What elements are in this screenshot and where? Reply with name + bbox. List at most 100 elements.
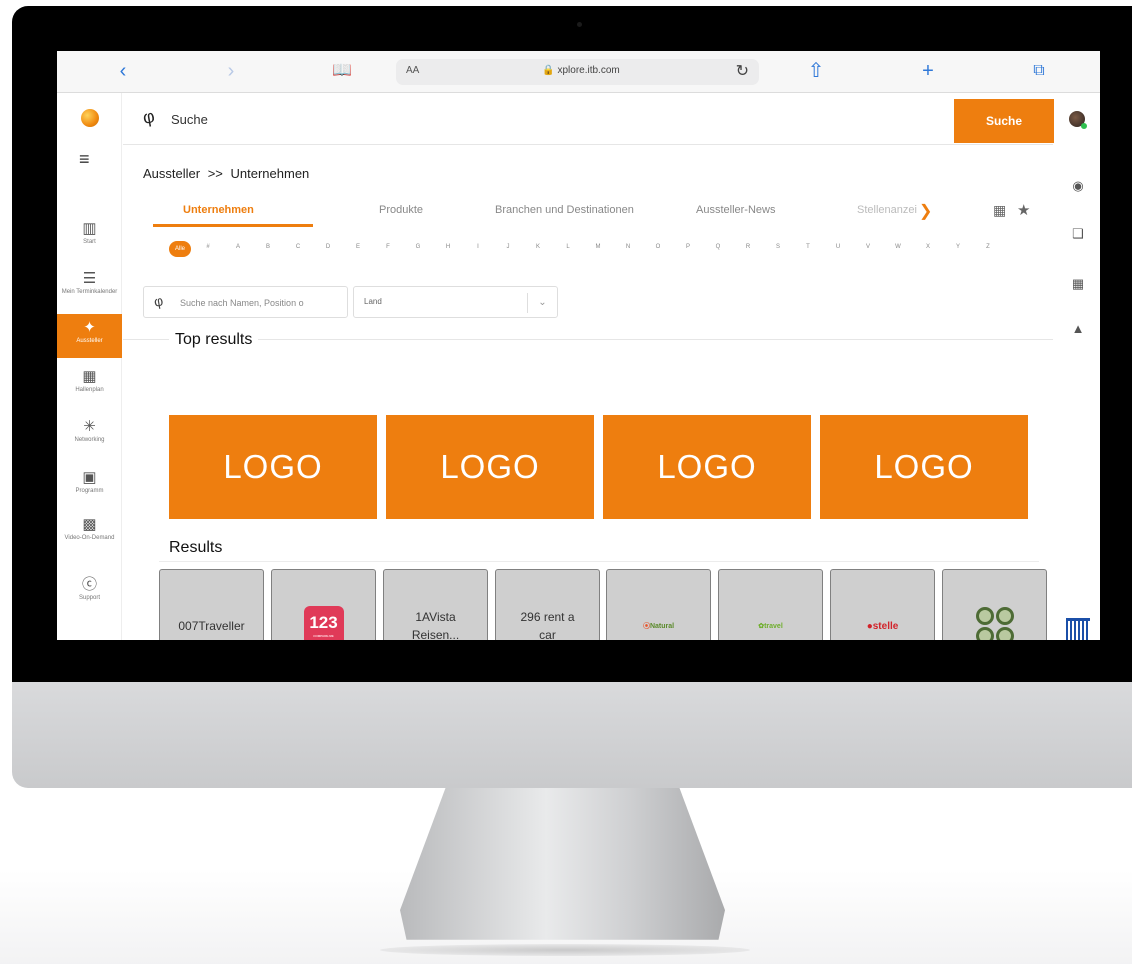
- result-card[interactable]: 296 rent a car: [495, 569, 600, 640]
- top-result-logo-card[interactable]: LOGO: [820, 415, 1028, 519]
- alphabet-letter[interactable]: A: [233, 244, 243, 250]
- columns-icon[interactable]: [1066, 618, 1090, 640]
- calendar-icon[interactable]: ▦: [1069, 276, 1087, 292]
- result-card[interactable]: 007Traveller: [159, 569, 264, 640]
- result-card[interactable]: ✿travel: [718, 569, 823, 640]
- result-card[interactable]: ●stelle: [830, 569, 935, 640]
- alphabet-letter[interactable]: M: [593, 244, 603, 250]
- alphabet-letter[interactable]: W: [893, 244, 903, 250]
- monitor-stand: [400, 788, 725, 940]
- alphabet-letter[interactable]: U: [833, 244, 843, 250]
- name-search-field[interactable]: φ Suche nach Namen, Position o: [143, 286, 348, 318]
- sidebar-item-aussteller[interactable]: ✦ Aussteller: [57, 314, 122, 358]
- alphabet-letter[interactable]: K: [533, 244, 543, 250]
- alphabet-letter[interactable]: B: [263, 244, 273, 250]
- sidebar-item-label: Video-On-Demand: [64, 535, 115, 541]
- alphabet-letter[interactable]: V: [863, 244, 873, 250]
- tab-aussteller-news[interactable]: Aussteller-News: [696, 204, 775, 216]
- alphabet-letter[interactable]: X: [923, 244, 933, 250]
- alphabet-letter[interactable]: Z: [983, 244, 993, 250]
- sidebar-item-start[interactable]: ▥ Start: [57, 221, 122, 259]
- top-result-logo-card[interactable]: LOGO: [169, 415, 377, 519]
- breadcrumb-parent[interactable]: Aussteller: [143, 166, 200, 181]
- alphabet-letter[interactable]: L: [563, 244, 573, 250]
- scene: ‹ › 📖 AA 🔒 xplore.itb.com ↻ ⇧ + ⧉ ≡ ▥ St…: [0, 0, 1132, 964]
- result-card[interactable]: 1AVista Reisen...: [383, 569, 488, 640]
- plus-icon[interactable]: +: [915, 59, 941, 83]
- sidebar-item-calendar[interactable]: ☰ Mein Terminkalender: [57, 271, 122, 311]
- active-tab-indicator: [153, 224, 313, 227]
- tabs-icon[interactable]: ⧉: [1026, 59, 1052, 83]
- alphabet-letter[interactable]: #: [203, 244, 213, 250]
- sidebar-item-hallenplan[interactable]: ▦ Hallenplan: [57, 369, 122, 405]
- chevron-left-icon[interactable]: ‹: [110, 59, 136, 83]
- alphabet-letter[interactable]: R: [743, 244, 753, 250]
- country-select[interactable]: Land ⌄: [353, 286, 558, 318]
- text-size-button[interactable]: AA: [406, 65, 419, 76]
- alphabet-letter[interactable]: C: [293, 244, 303, 250]
- logo-text: 123: [309, 613, 338, 632]
- right-rail: ◉ ❑ ▦ ▲: [1057, 93, 1100, 640]
- sidebar-item-video[interactable]: ▩ Video-On-Demand: [57, 517, 122, 565]
- sidebar-item-label: Mein Terminkalender: [61, 289, 118, 295]
- alphabet-letter[interactable]: F: [383, 244, 393, 250]
- book-icon[interactable]: 📖: [329, 59, 355, 83]
- alphabet-letter[interactable]: G: [413, 244, 423, 250]
- result-card[interactable]: ⦿Natural: [606, 569, 711, 640]
- star-icon[interactable]: ★: [1017, 201, 1030, 219]
- sidebar-item-networking[interactable]: ✳ Networking: [57, 419, 122, 455]
- alphabet-letter[interactable]: I: [473, 244, 483, 250]
- browser-toolbar: ‹ › 📖 AA 🔒 xplore.itb.com ↻ ⇧ + ⧉: [57, 51, 1100, 93]
- contacts-icon[interactable]: ◉: [1069, 178, 1087, 194]
- alphabet-letter[interactable]: Y: [953, 244, 963, 250]
- bell-icon[interactable]: ▲: [1069, 321, 1087, 336]
- hamburger-menu-icon[interactable]: ≡: [79, 149, 90, 170]
- result-card[interactable]: 123 COMPARE.ME: [271, 569, 376, 640]
- alphabet-letter[interactable]: N: [623, 244, 633, 250]
- chevron-right-icon[interactable]: ❯: [919, 201, 932, 221]
- search-button[interactable]: Suche: [954, 99, 1054, 143]
- address-bar[interactable]: AA 🔒 xplore.itb.com ↻: [396, 59, 759, 85]
- alphabet-letter[interactable]: J: [503, 244, 513, 250]
- logo-subtext: COMPARE.ME: [313, 634, 334, 638]
- lock-icon: 🔒: [542, 65, 555, 76]
- alphabet-all-button[interactable]: Alle: [169, 241, 191, 257]
- clover-logo-icon: [975, 606, 1015, 640]
- alphabet-letter[interactable]: Q: [713, 244, 723, 250]
- alphabet-letter[interactable]: P: [683, 244, 693, 250]
- logo-text: Natural: [649, 623, 675, 630]
- alphabet-letter[interactable]: S: [773, 244, 783, 250]
- sidebar-item-label: Support: [78, 595, 100, 601]
- tab-branchen[interactable]: Branchen und Destinationen: [495, 204, 634, 216]
- global-search[interactable]: φ Suche: [123, 93, 1053, 145]
- reload-icon[interactable]: ↻: [736, 61, 749, 81]
- tab-produkte[interactable]: Produkte: [379, 204, 423, 216]
- result-card[interactable]: [942, 569, 1047, 640]
- alphabet-letter[interactable]: E: [353, 244, 363, 250]
- top-result-logo-card[interactable]: LOGO: [386, 415, 594, 519]
- tab-bar: Unternehmen Produkte Branchen und Destin…: [153, 198, 1043, 228]
- chat-bubbles-icon[interactable]: ❑: [1069, 226, 1087, 242]
- network-icon: ✳: [83, 418, 96, 435]
- podium-icon: ▥: [82, 220, 97, 237]
- sidebar-item-label: Networking: [74, 437, 105, 443]
- result-name: 007Traveller: [178, 619, 245, 633]
- alphabet-letter[interactable]: H: [443, 244, 453, 250]
- alphabet-letter[interactable]: O: [653, 244, 663, 250]
- share-icon[interactable]: ⇧: [803, 59, 829, 83]
- chevron-right-icon[interactable]: ›: [218, 59, 244, 83]
- sidebar-item-support[interactable]: ⓒ Support: [57, 577, 122, 613]
- tab-unternehmen[interactable]: Unternehmen: [183, 204, 254, 216]
- top-result-logo-card[interactable]: LOGO: [603, 415, 811, 519]
- alphabet-letter[interactable]: T: [803, 244, 813, 250]
- url-field[interactable]: 🔒 xplore.itb.com: [506, 65, 656, 76]
- globe-logo-icon[interactable]: [81, 109, 99, 127]
- search-input[interactable]: Suche: [171, 112, 208, 127]
- chevron-down-icon[interactable]: ⌄: [527, 293, 557, 313]
- tab-stellenanzeigen[interactable]: Stellenanzeigen: [857, 204, 917, 216]
- alphabet-letter[interactable]: D: [323, 244, 333, 250]
- breadcrumb-current: Unternehmen: [230, 166, 310, 181]
- sidebar-item-programm[interactable]: ▣ Programm: [57, 470, 122, 506]
- grid-view-icon[interactable]: ▦: [993, 202, 1006, 219]
- divider: [123, 339, 1053, 340]
